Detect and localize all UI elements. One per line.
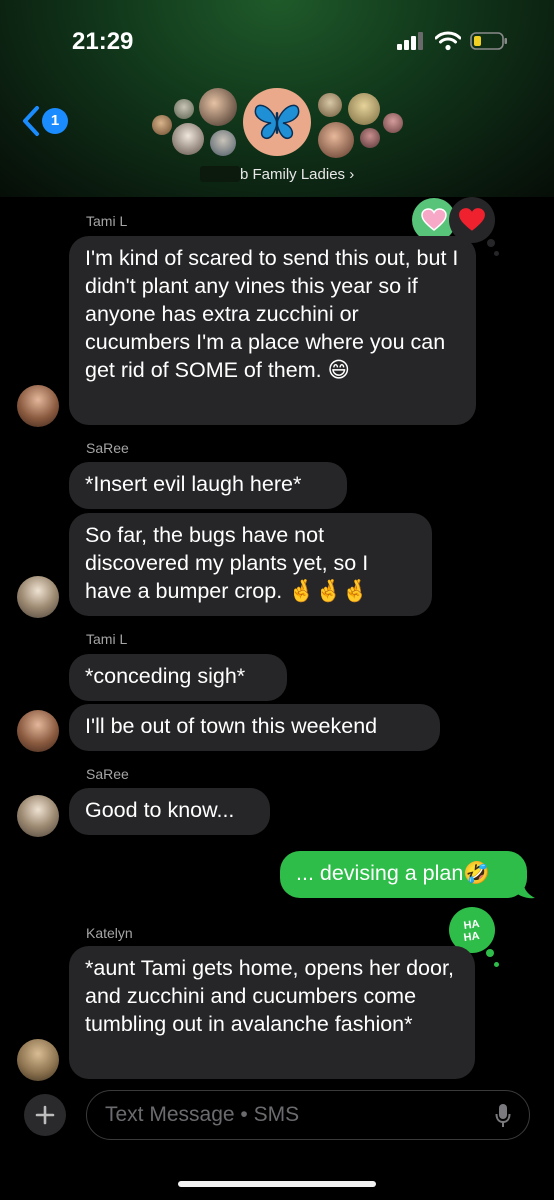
microphone-icon[interactable] [495, 1103, 511, 1129]
message-input[interactable]: Text Message • SMS [86, 1090, 530, 1140]
sender-name: Tami L [86, 631, 128, 647]
avatar [348, 93, 380, 125]
butterfly-icon [254, 104, 300, 140]
avatar [383, 113, 403, 133]
avatar [360, 128, 380, 148]
avatar [318, 93, 342, 117]
sender-name: Tami L [86, 213, 128, 229]
message-bubble[interactable]: *Insert evil laugh here* [69, 462, 347, 509]
battery-icon [470, 32, 507, 50]
add-attachment-button[interactable] [24, 1094, 66, 1136]
sender-name: SaRee [86, 440, 129, 456]
status-time: 21:29 [72, 28, 134, 55]
message-bubble[interactable]: So far, the bugs have not discovered my … [69, 513, 432, 616]
contact-avatar[interactable] [17, 576, 59, 618]
message-text: *aunt Tami gets home, opens her door, an… [85, 956, 454, 1036]
redacted-text [200, 166, 240, 182]
avatar [172, 123, 204, 155]
avatar [318, 122, 354, 158]
message-text: So far, the bugs have not discovered my … [85, 523, 369, 603]
message-bubble[interactable]: *conceding sigh* [69, 654, 287, 701]
group-name[interactable]: b Family Ladies › [200, 166, 370, 183]
home-indicator[interactable] [178, 1181, 376, 1187]
message-text: I'm kind of scared to send this out, but… [85, 246, 459, 382]
tapback-tail [494, 251, 499, 256]
chevron-left-icon [23, 106, 39, 136]
message-text: Good to know... [85, 798, 235, 822]
tapback-tail [494, 962, 499, 967]
plus-icon [35, 1105, 55, 1125]
sender-name: Katelyn [86, 925, 133, 941]
message-text: *conceding sigh* [85, 664, 246, 688]
wifi-icon [435, 31, 461, 51]
outgoing-message-bubble[interactable]: ... devising a plan🤣 [280, 851, 527, 898]
contact-avatar[interactable] [17, 1039, 59, 1081]
tapback-tail [486, 949, 494, 957]
group-avatar-butterfly [243, 88, 311, 156]
red-heart-icon [459, 208, 485, 231]
contact-avatar[interactable] [17, 385, 59, 427]
avatar [152, 115, 172, 135]
message-bubble[interactable]: Good to know... [69, 788, 270, 835]
message-bubble[interactable]: *aunt Tami gets home, opens her door, an… [69, 946, 475, 1079]
avatar [210, 130, 236, 156]
heart-icon [421, 208, 447, 231]
avatar [199, 88, 237, 126]
back-button[interactable]: 1 [20, 104, 76, 138]
cellular-signal-icon [397, 32, 423, 50]
message-bubble[interactable]: I'm kind of scared to send this out, but… [69, 236, 476, 425]
message-input-placeholder: Text Message • SMS [105, 1103, 300, 1126]
message-text: ... devising a plan🤣 [296, 861, 491, 885]
chat-header: 21:29 1 b Family Ladies › [0, 0, 554, 197]
contact-avatar[interactable] [17, 710, 59, 752]
message-text: *Insert evil laugh here* [85, 472, 302, 496]
sender-name: SaRee [86, 766, 129, 782]
haha-icon: HA HA [463, 918, 480, 943]
contact-avatar[interactable] [17, 795, 59, 837]
message-text: I'll be out of town this weekend [85, 714, 378, 738]
unread-badge: 1 [42, 108, 68, 134]
message-bubble[interactable]: I'll be out of town this weekend [69, 704, 440, 751]
tapback-tail [487, 239, 495, 247]
bubble-tail [515, 880, 535, 899]
avatar [174, 99, 194, 119]
svg-text:HA: HA [463, 930, 480, 943]
